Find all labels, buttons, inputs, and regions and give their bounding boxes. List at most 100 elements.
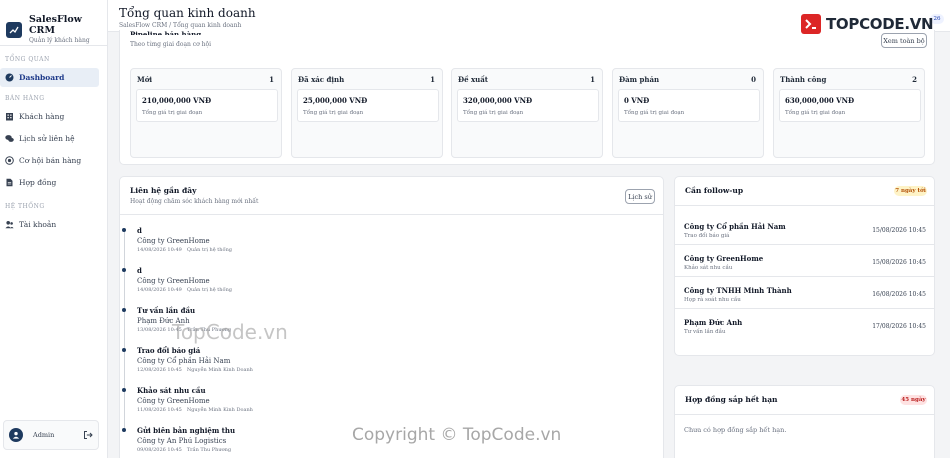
timeline-dot — [122, 428, 126, 432]
logout-icon[interactable] — [83, 430, 93, 440]
pipeline-panel: Pipeline bán hàng Theo từng giai đoạn cơ… — [119, 30, 935, 165]
followup-company: Công ty Cổ phần Hải Nam — [684, 222, 786, 231]
sidebar: SalesFlow CRM Quản lý khách hàng TỔNG QU… — [0, 0, 108, 458]
timeline-item[interactable]: d Công ty GreenHome 14/08/2026 10:49 Quản… — [122, 221, 662, 268]
stage-value-box: 630,000,000 VNĐ Tổng giá trị giai đoạn — [779, 89, 921, 122]
timeline-user: Nguyễn Minh Kinh Doanh — [186, 367, 253, 373]
sidebar-item-accounts[interactable]: Tài khoản — [0, 215, 99, 234]
sidebar-item-contracts[interactable]: Hợp đồng — [0, 173, 99, 192]
stage-name: Thành công — [780, 75, 827, 84]
sidebar-item-opportunities[interactable]: Cơ hội bán hàng — [0, 151, 99, 170]
brand-name: SalesFlow CRM — [29, 14, 82, 36]
nav-section-overview: TỔNG QUAN — [5, 56, 50, 63]
pipeline-stage[interactable]: Đàm phán 0 0 VNĐ Tổng giá trị giai đoạn — [612, 68, 764, 158]
timeline-meta: 12/08/2026 10:45 Nguyễn Minh Kinh Doanh — [137, 367, 662, 373]
stage-caption: Tổng giá trị giai đoạn — [303, 110, 364, 116]
timeline-item[interactable]: d Công ty GreenHome 14/08/2026 10:49 Quản… — [122, 261, 662, 308]
contacts-subtitle: Hoạt động chăm sóc khách hàng mới nhất — [130, 198, 259, 205]
timeline-meta: 14/08/2026 10:49 Quản trị hệ thống — [137, 287, 662, 293]
followup-row[interactable]: Phạm Đức Anh Tư vấn lần đầu 17/08/2026 1… — [675, 309, 934, 341]
timeline-time: 14/08/2026 10:49 — [137, 287, 182, 293]
divider — [120, 214, 663, 215]
stage-value: 0 VNĐ — [624, 96, 650, 105]
sidebar-item-contact-history[interactable]: Lịch sử liên hệ — [0, 129, 99, 148]
brand[interactable]: SalesFlow CRM Quản lý khách hàng — [0, 0, 107, 46]
pipeline-stage[interactable]: Thành công 2 630,000,000 VNĐ Tổng giá trị… — [773, 68, 925, 158]
sidebar-item-label: Khách hàng — [19, 112, 65, 121]
stage-count: 2 — [912, 75, 917, 84]
stage-value: 210,000,000 VNĐ — [142, 96, 212, 105]
stage-name: Đàm phán — [619, 75, 660, 84]
sidebar-item-label: Lịch sử liên hệ — [19, 134, 75, 143]
pipeline-stage[interactable]: Mới 1 210,000,000 VNĐ Tổng giá trị giai đ… — [130, 68, 282, 158]
stage-name: Mới — [137, 75, 153, 84]
followup-activity: Trao đổi báo giá — [684, 233, 730, 239]
followup-row[interactable]: Công ty Cổ phần Hải Nam Trao đổi báo giá… — [675, 213, 934, 245]
stage-count: 0 — [751, 75, 756, 84]
timeline-user: Quản trị hệ thống — [186, 287, 233, 293]
history-button[interactable]: Lịch sử — [625, 189, 655, 204]
timeline-contact: Công ty GreenHome — [137, 237, 210, 245]
sidebar-item-label: Cơ hội bán hàng — [19, 156, 82, 165]
timeline-contact: Công ty GreenHome — [137, 277, 210, 285]
timeline-title: Tư vấn lần đầu — [137, 306, 196, 315]
followup-activity: Tư vấn lần đầu — [684, 329, 726, 335]
timeline-title: d — [137, 226, 142, 235]
followup-row[interactable]: Công ty TNHH Minh Thành Họp rà soát nhu … — [675, 277, 934, 309]
pipeline-stage[interactable]: Đề xuất 1 320,000,000 VNĐ Tổng giá trị gi… — [451, 68, 603, 158]
followup-company: Phạm Đức Anh — [684, 318, 743, 327]
stage-value-box: 0 VNĐ Tổng giá trị giai đoạn — [618, 89, 760, 122]
divider — [675, 414, 934, 415]
sidebar-item-label: Tài khoản — [19, 220, 57, 229]
stage-value: 320,000,000 VNĐ — [463, 96, 533, 105]
sidebar-item-label: Hợp đồng — [19, 178, 57, 187]
followup-date: 17/08/2026 10:45 — [872, 323, 926, 330]
stage-value: 25,000,000 VNĐ — [303, 96, 368, 105]
timeline-meta: 11/08/2026 10:45 Nguyễn Minh Kinh Doanh — [137, 407, 662, 413]
followup-title: Cần follow-up — [685, 186, 744, 195]
timeline-item[interactable]: Khảo sát nhu cầu Công ty GreenHome 11/08… — [122, 381, 662, 428]
followup-badge: 7 ngày tới — [894, 186, 927, 196]
stage-value: 630,000,000 VNĐ — [785, 96, 855, 105]
avatar[interactable] — [9, 428, 23, 442]
followup-row[interactable]: Công ty GreenHome Khảo sát nhu cầu 15/08… — [675, 245, 934, 277]
sidebar-item-label: Dashboard — [19, 73, 65, 82]
followup-date: 15/08/2026 10:45 — [872, 259, 926, 266]
stage-count: 1 — [590, 75, 595, 84]
topcode-watermark-logo: TOPCODE.VN — [800, 11, 934, 37]
followup-date: 15/08/2026 10:45 — [872, 227, 926, 234]
timeline-time: 09/08/2026 10:45 — [137, 447, 182, 453]
pipeline-stage[interactable]: Đã xác định 1 25,000,000 VNĐ Tổng giá trị… — [291, 68, 443, 158]
followup-panel: Cần follow-up 7 ngày tới Công ty Cổ phần… — [674, 176, 935, 356]
chart-line-icon — [6, 21, 22, 38]
timeline-title: Khảo sát nhu cầu — [137, 386, 206, 395]
gauge-icon — [5, 73, 14, 82]
timeline-time: 11/08/2026 10:45 — [137, 407, 182, 413]
watermark-copyright: Copyright © TopCode.vn — [352, 425, 562, 445]
sidebar-item-dashboard[interactable]: Dashboard — [0, 68, 99, 87]
user-name: Admin — [33, 431, 55, 439]
sidebar-item-customers[interactable]: Khách hàng — [0, 107, 99, 126]
followup-date: 16/08/2026 10:45 — [872, 291, 926, 298]
document-icon — [5, 178, 14, 187]
stage-caption: Tổng giá trị giai đoạn — [624, 110, 685, 116]
target-icon — [5, 156, 14, 165]
stage-name: Đề xuất — [458, 75, 489, 84]
chat-icon — [5, 134, 14, 143]
timeline-title: d — [137, 266, 142, 275]
timeline-item[interactable]: Trao đổi báo giá Công ty Cổ phần Hải Nam… — [122, 341, 662, 388]
divider — [675, 205, 934, 206]
nav-section-sales: BÁN HÀNG — [5, 95, 45, 102]
watermark-logo-text: TOPCODE.VN — [826, 15, 934, 33]
timeline-user: Trần Thu Phương — [186, 447, 232, 453]
contracts-empty-text: Chưa có hợp đồng sắp hết hạn. — [684, 426, 787, 434]
nav-section-system: HỆ THỐNG — [5, 203, 45, 210]
timeline-contact: Công ty Cổ phần Hải Nam — [137, 357, 231, 365]
topcode-logo-icon — [801, 14, 821, 34]
watermark-center: TopCode.vn — [172, 320, 288, 344]
contracts-title: Hợp đồng sắp hết hạn — [685, 395, 778, 404]
user-card: Admin — [3, 420, 99, 450]
stage-value-box: 210,000,000 VNĐ Tổng giá trị giai đoạn — [136, 89, 278, 122]
recent-contacts-panel: Liên hệ gần đây Hoạt động chăm sóc khách… — [119, 176, 664, 458]
brand-subtitle: Quản lý khách hàng — [29, 36, 90, 44]
